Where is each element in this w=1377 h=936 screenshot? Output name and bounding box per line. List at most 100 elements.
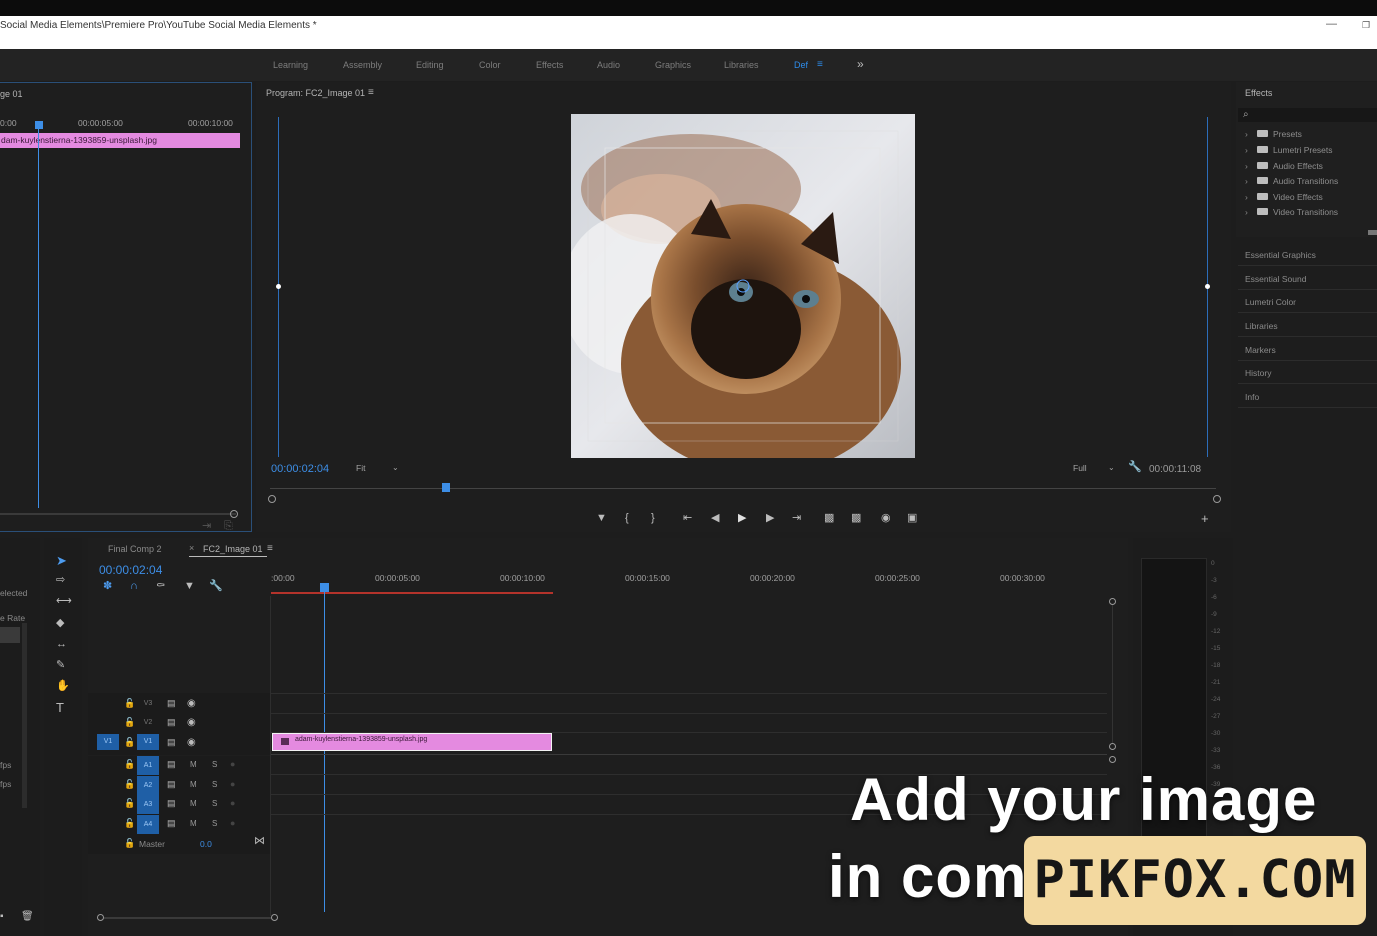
quality-dropdown[interactable]: Full — [1073, 463, 1087, 473]
settings-wrench-icon[interactable]: 🔧 — [1128, 462, 1142, 473]
sync-lock-icon-a1[interactable]: ▤ — [167, 759, 176, 770]
razor-tool-icon[interactable]: ◆ — [56, 618, 64, 629]
voiceover-mic-icon-a3[interactable]: ● — [230, 798, 235, 809]
source-playhead-handle[interactable] — [35, 121, 43, 129]
timeline-menu-icon[interactable]: ≡ — [267, 543, 273, 554]
panel-libraries[interactable]: Libraries — [1238, 315, 1377, 337]
comparison-view-icon[interactable]: ▣ — [907, 513, 917, 524]
solo-button-a3[interactable]: S — [212, 799, 217, 808]
panel-info[interactable]: Info — [1238, 386, 1377, 408]
lock-icon-master[interactable]: 🔓 — [124, 838, 135, 849]
insert-icon[interactable]: ⎘ — [224, 521, 233, 532]
timeline-vscroll-bottom-handle[interactable] — [1109, 743, 1116, 750]
snap-magnet-icon[interactable]: ∩ — [130, 581, 138, 592]
workspace-tab-color[interactable]: Color — [479, 60, 501, 70]
source-patch-v1[interactable]: V1 — [97, 734, 119, 750]
program-video-frame[interactable] — [571, 114, 915, 458]
project-scrollbar[interactable] — [22, 623, 27, 808]
type-tool-icon[interactable]: T — [56, 701, 64, 714]
workspace-tab-assembly[interactable]: Assembly — [343, 60, 382, 70]
step-forward-icon[interactable]: ▶ — [766, 513, 774, 524]
program-current-time[interactable]: 00:00:02:04 — [271, 463, 329, 475]
trash-icon[interactable]: 🗑 — [21, 911, 34, 922]
more-workspaces-icon[interactable]: » — [857, 57, 864, 71]
eye-icon-v2[interactable]: ◉ — [187, 717, 196, 728]
go-to-end-icon[interactable]: ⋈ — [254, 836, 265, 847]
eye-icon-v1[interactable]: ◉ — [187, 737, 196, 748]
close-tab-icon[interactable]: × — [189, 543, 194, 553]
add-marker-icon[interactable]: ▼ — [596, 513, 607, 524]
panel-markers[interactable]: Markers — [1238, 339, 1377, 361]
workspace-tab-default[interactable]: Def — [794, 60, 808, 70]
master-volume-value[interactable]: 0.0 — [200, 839, 212, 849]
step-back-icon[interactable]: ◀ — [711, 513, 719, 524]
workspace-tab-audio[interactable]: Audio — [597, 60, 620, 70]
lock-icon-a1[interactable]: 🔓 — [124, 759, 135, 770]
quality-dropdown-chevron-icon[interactable]: ⌄ — [1108, 463, 1115, 472]
fit-dropdown-chevron-icon[interactable]: ⌄ — [392, 463, 399, 472]
timeline-settings-wrench-icon[interactable]: 🔧 — [209, 581, 223, 592]
mute-button-a2[interactable]: M — [190, 780, 197, 789]
program-playhead-handle[interactable] — [442, 483, 450, 492]
nest-sequence-icon[interactable]: ✽ — [103, 581, 112, 592]
workspace-tab-effects[interactable]: Effects — [536, 60, 563, 70]
hand-tool-icon[interactable]: ✋ — [56, 681, 70, 692]
effects-search-field[interactable]: ⌕ — [1238, 108, 1377, 122]
track-target-v1[interactable]: V1 — [137, 734, 159, 750]
extract-icon[interactable]: ▩ — [851, 513, 861, 524]
audio-vscroll-top-handle[interactable] — [1109, 756, 1116, 763]
monitor-guide-handle-right[interactable] — [1205, 284, 1210, 289]
mark-out-icon[interactable]: } — [651, 513, 655, 524]
voiceover-mic-icon-a2[interactable]: ● — [230, 779, 235, 790]
panel-lumetri-color[interactable]: Lumetri Color — [1238, 291, 1377, 313]
sync-lock-icon-a4[interactable]: ▤ — [167, 818, 176, 829]
new-bin-icon[interactable] — [1368, 230, 1377, 235]
timeline-current-time[interactable]: 00:00:02:04 — [99, 563, 162, 577]
panel-history[interactable]: History — [1238, 362, 1377, 384]
minimize-button[interactable]: — — [1326, 18, 1337, 30]
go-to-in-icon[interactable]: ⇤ — [683, 513, 692, 524]
program-zoom-handle-right[interactable] — [1213, 495, 1221, 503]
slip-tool-icon[interactable]: ↔ — [56, 639, 67, 650]
sync-lock-icon-a2[interactable]: ▤ — [167, 779, 176, 790]
ripple-edit-tool-icon[interactable]: ⟷ — [56, 596, 72, 607]
workspace-tab-learning[interactable]: Learning — [273, 60, 308, 70]
track-select-tool-icon[interactable]: ⇨ — [56, 575, 65, 586]
workspace-tab-libraries[interactable]: Libraries — [724, 60, 759, 70]
add-marker-timeline-icon[interactable]: ▼ — [184, 581, 195, 592]
lock-icon-a2[interactable]: 🔓 — [124, 779, 135, 790]
timeline-playhead-handle[interactable] — [320, 583, 329, 592]
sync-lock-icon-v3[interactable]: ▤ — [167, 698, 176, 709]
go-to-out-icon[interactable]: ⇥ — [792, 513, 801, 524]
lock-icon-a3[interactable]: 🔓 — [124, 798, 135, 809]
export-frame-icon[interactable]: ⇥ — [202, 521, 211, 532]
workspace-tab-graphics[interactable]: Graphics — [655, 60, 691, 70]
sync-lock-icon-v1[interactable]: ▤ — [167, 737, 176, 748]
fit-dropdown[interactable]: Fit — [356, 463, 365, 473]
voiceover-mic-icon-a1[interactable]: ● — [230, 759, 235, 770]
selection-tool-icon[interactable]: ➤ — [56, 554, 67, 567]
program-menu-icon[interactable]: ≡ — [368, 87, 374, 98]
timeline-hscroll-right-handle[interactable] — [271, 914, 278, 921]
program-zoom-handle-left[interactable] — [268, 495, 276, 503]
panel-essential-sound[interactable]: Essential Sound — [1238, 268, 1377, 290]
solo-button-a4[interactable]: S — [212, 819, 217, 828]
workspace-tab-editing[interactable]: Editing — [416, 60, 444, 70]
restore-button[interactable]: ❐ — [1362, 20, 1370, 31]
lift-icon[interactable]: ▩ — [824, 513, 834, 524]
play-icon[interactable]: ▶ — [738, 513, 746, 524]
eye-icon-v3[interactable]: ◉ — [187, 698, 196, 709]
source-zoom-handle[interactable] — [230, 510, 238, 518]
track-target-v3[interactable]: V3 — [137, 696, 159, 712]
mark-in-icon[interactable]: { — [625, 513, 629, 524]
monitor-guide-handle-left[interactable] — [276, 284, 281, 289]
timeline-hscroll-bar[interactable] — [104, 917, 271, 919]
timeline-hscroll-left-handle[interactable] — [97, 914, 104, 921]
program-ruler-line[interactable] — [270, 488, 1216, 489]
export-frame-camera-icon[interactable]: ◉ — [881, 513, 891, 524]
lock-icon-v2[interactable]: 🔓 — [124, 717, 135, 728]
button-editor-plus-icon[interactable]: + — [1201, 512, 1209, 525]
solo-button-a1[interactable]: S — [212, 760, 217, 769]
timeline-tab-final-comp[interactable]: Final Comp 2 — [108, 544, 162, 554]
mute-button-a4[interactable]: M — [190, 819, 197, 828]
